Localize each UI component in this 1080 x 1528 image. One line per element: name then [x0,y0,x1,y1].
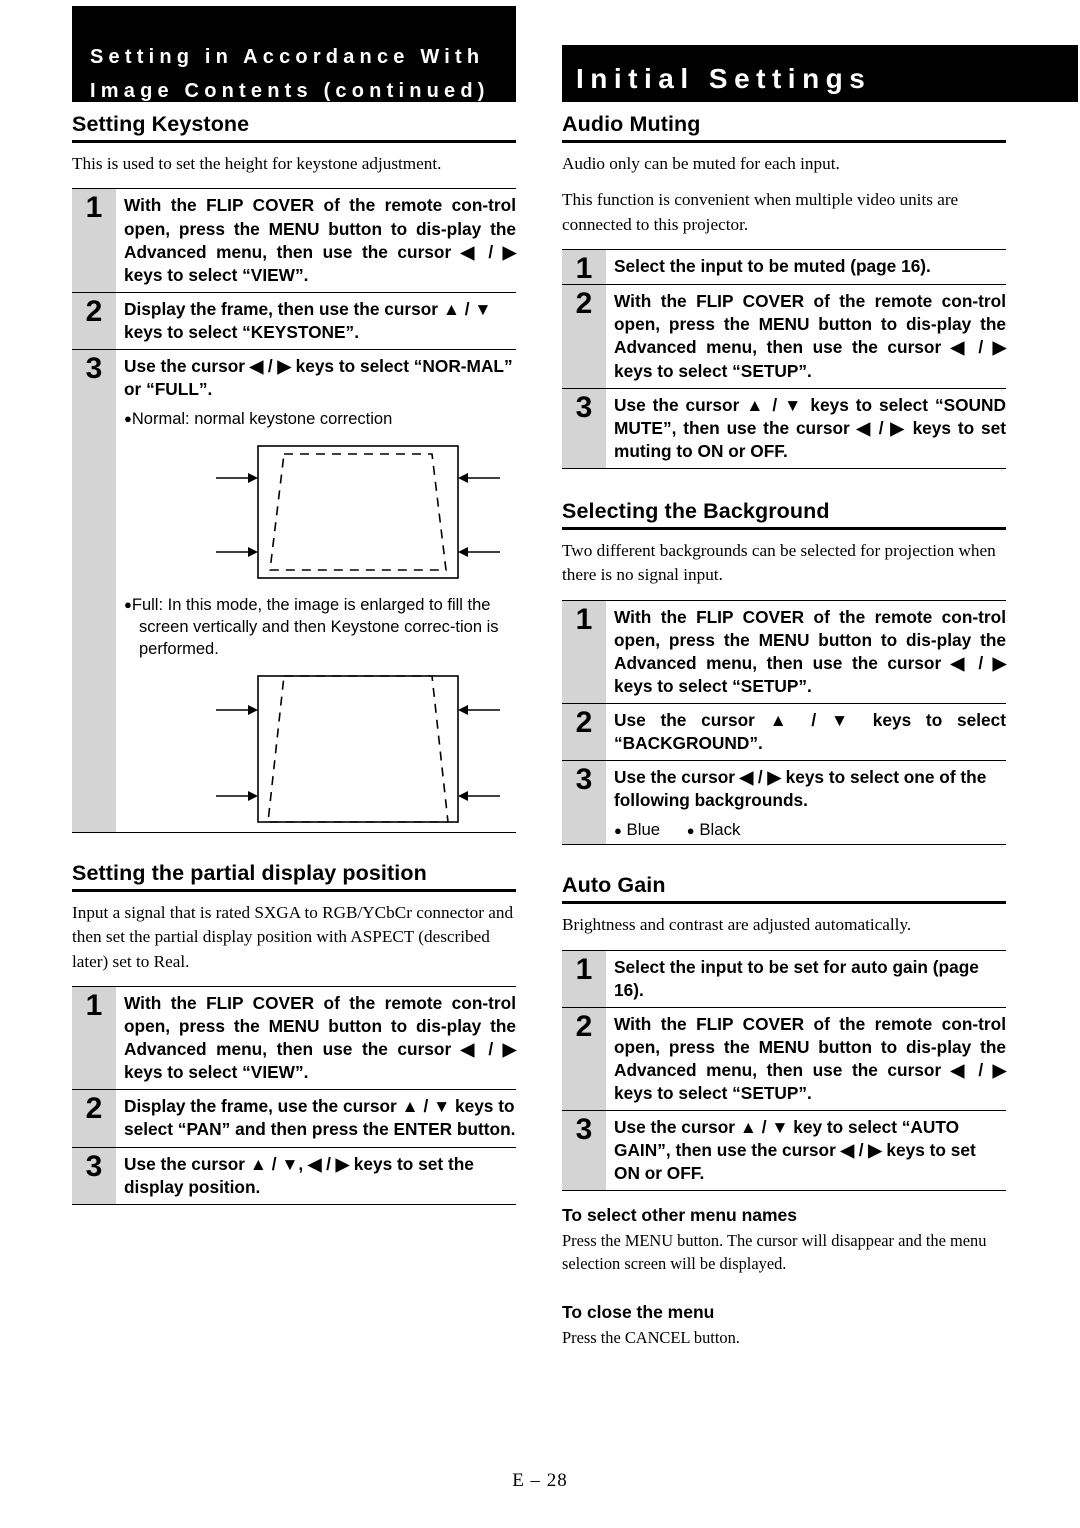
bullet-icon: ● [614,823,622,839]
left-header-bar: Setting in Accordance With Image Content… [72,6,516,102]
step-number: 2 [72,292,116,349]
keystone-figure-normal-row [72,435,516,592]
keystone-normal-note-row: ●Normal: normal keystone correction [72,406,516,436]
option-blue: ● Blue [614,820,661,840]
step-number: 3 [562,761,606,818]
step-text: With the FLIP COVER of the remote con-tr… [124,195,516,285]
grey-strip [72,591,116,666]
background-options: ● Blue ● Black [606,817,1006,844]
step-text: Use the cursor ▲ / ▼ keys to select “BAC… [614,709,1006,754]
step-number: 1 [562,600,606,703]
left-header-line2: Image Contents (continued) [90,80,490,102]
step-item: 1 With the FLIP COVER of the remote con-… [72,987,516,1091]
step-item: 3 Use the cursor ▲ / ▼ key to select “AU… [562,1111,1006,1192]
step-item: 1 With the FLIP COVER of the remote con-… [72,189,516,293]
step-number: 3 [562,388,606,468]
left-header-line1: Setting in Accordance With [90,46,485,68]
heading-close-menu: To close the menu [562,1302,715,1323]
step-number: 2 [562,703,606,761]
right-column: Audio Muting Audio only can be muted for… [562,112,1006,1360]
step-number: 2 [562,1007,606,1111]
background-options-row: ● Blue ● Black [562,817,1006,846]
auto-gain-steps: 1 Select the input to be set for auto ga… [562,949,1006,1192]
grey-strip [72,435,116,592]
keystone-full-note: ●Full: In this mode, the image is enlarg… [124,595,499,658]
keystone-intro: This is used to set the height for keyst… [72,154,442,173]
step-number: 1 [562,950,606,1007]
step-number: 1 [72,189,116,292]
step-text: Use the cursor ▲ / ▼ keys to select “SOU… [614,394,1006,461]
step-number: 3 [562,1111,606,1191]
step-text: With the FLIP COVER of the remote con-tr… [614,1013,1006,1104]
step-number: 3 [72,1147,116,1204]
bullet-icon: ● [124,411,132,427]
right-header-title: Initial Settings [576,63,872,94]
step-item: 3 Use the cursor ◀ / ▶ keys to select “N… [72,349,516,407]
keystone-figure-full-row [72,665,516,832]
step-item: 2 With the FLIP COVER of the remote con-… [562,285,1006,389]
heading-partial-display: Setting the partial display position [72,861,516,892]
step-item: 1 Select the input to be set for auto ga… [562,950,1006,1008]
document-page: Setting in Accordance With Image Content… [0,0,1080,1528]
step-text: Use the cursor ▲ / ▼, ◀ / ▶ keys to set … [124,1153,474,1197]
step-text: Display the frame, use the cursor ▲ / ▼ … [124,1096,516,1140]
step-text: Select the input to be set for auto gain… [614,956,979,1000]
audio-muting-intro1: Audio only can be muted for each input. [562,154,840,173]
keystone-full-note-row: ●Full: In this mode, the image is enlarg… [72,591,516,666]
step-text: With the FLIP COVER of the remote con-tr… [614,606,1006,696]
grey-strip [562,817,606,845]
step-item: 3 Use the cursor ◀ / ▶ keys to select on… [562,761,1006,818]
heading-selecting-background: Selecting the Background [562,499,1006,530]
bullet-icon: ● [124,596,132,612]
step-item: 1 With the FLIP COVER of the remote con-… [562,600,1006,704]
step-text: Use the cursor ◀ / ▶ keys to select “NOR… [124,355,513,399]
step-item: 2 Use the cursor ▲ / ▼ keys to select “B… [562,703,1006,762]
figure-normal-keystone [116,440,516,590]
step-item: 2 Display the frame, then use the cursor… [72,292,516,350]
grey-strip [72,406,116,436]
step-text: With the FLIP COVER of the remote con-tr… [124,993,516,1083]
right-header-bar: Initial Settings [562,45,1078,102]
close-menu-text: Press the CANCEL button. [562,1328,740,1348]
heading-audio-muting: Audio Muting [562,112,1006,143]
option-black: ● Black [686,820,741,840]
partial-intro: Input a signal that is rated SXGA to RGB… [72,902,514,971]
step-text: Select the input to be muted (page 16). [614,256,931,277]
step-item: 1 Select the input to be muted (page 16)… [562,250,1006,286]
auto-gain-intro: Brightness and contrast are adjusted aut… [562,915,912,935]
full-keystone-svg [216,674,500,823]
heading-setting-keystone: Setting Keystone [72,112,516,143]
partial-steps: 1 With the FLIP COVER of the remote con-… [72,986,516,1205]
step-item: 2 Display the frame, use the cursor ▲ / … [72,1090,516,1148]
background-intro: Two different backgrounds can be selecte… [562,540,996,585]
keystone-normal-note: ●Normal: normal keystone correction [124,410,393,429]
step-text: Use the cursor ▲ / ▼ key to select “AUTO… [614,1117,976,1184]
grey-strip [72,665,116,832]
step-number: 2 [562,285,606,388]
step-number: 1 [562,250,606,285]
step-number: 1 [72,987,116,1090]
step-number: 3 [72,349,116,407]
keystone-figure-full [116,666,516,832]
step-text: Use the cursor ◀ / ▶ keys to select one … [614,767,987,811]
step-item: 3 Use the cursor ▲ / ▼, ◀ / ▶ keys to se… [72,1147,516,1205]
keystone-steps: 1 With the FLIP COVER of the remote con-… [72,188,516,833]
keystone-figure-normal [116,436,516,592]
background-steps: 1 With the FLIP COVER of the remote con-… [562,599,1006,846]
step-text: With the FLIP COVER of the remote con-tr… [614,291,1006,381]
figure-full-keystone [116,670,516,830]
audio-muting-steps: 1 Select the input to be muted (page 16)… [562,249,1006,469]
heading-auto-gain: Auto Gain [562,873,1006,905]
step-text: Display the frame, then use the cursor ▲… [124,298,492,342]
normal-keystone-svg [216,445,500,579]
bullet-icon: ● [686,823,695,839]
page-footer: E – 28 [512,1470,568,1491]
heading-other-menu-names: To select other menu names [562,1205,798,1226]
left-column: Setting Keystone This is used to set the… [72,112,516,1205]
step-item: 3 Use the cursor ▲ / ▼ keys to select “S… [562,388,1006,469]
other-menu-text: Press the MENU button. The cursor will d… [562,1231,987,1274]
audio-muting-intro2: This function is convenient when multipl… [562,190,959,234]
step-item: 2 With the FLIP COVER of the remote con-… [562,1007,1006,1112]
step-number: 2 [72,1090,116,1147]
